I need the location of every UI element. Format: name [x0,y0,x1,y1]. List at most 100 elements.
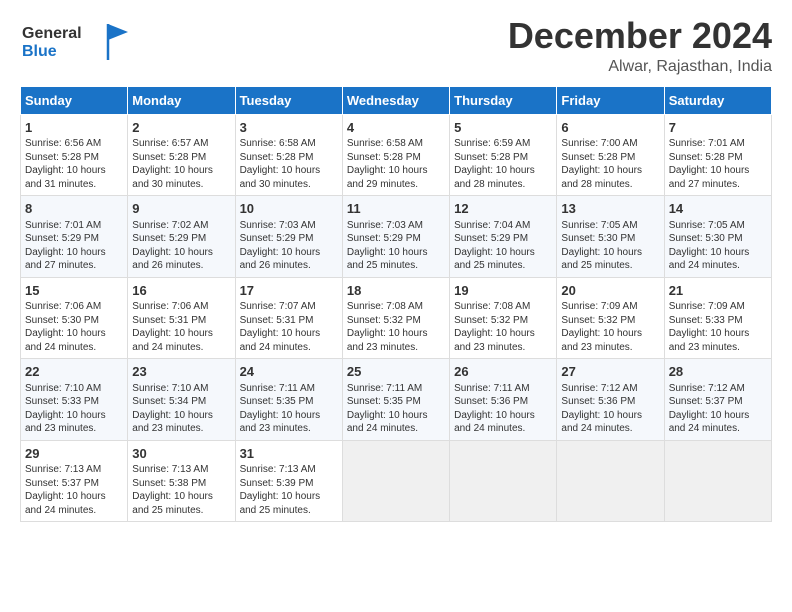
daylight-text: Daylight: 10 hours and 24 minutes. [240,327,338,354]
sunrise-text: Sunrise: 7:05 AM [669,219,767,233]
sunset-text: Sunset: 5:37 PM [669,395,767,409]
sunset-text: Sunset: 5:39 PM [240,477,338,491]
table-row: 9Sunrise: 7:02 AMSunset: 5:29 PMDaylight… [128,196,235,278]
day-number: 8 [25,200,123,218]
sunrise-text: Sunrise: 7:06 AM [25,300,123,314]
table-row: 8Sunrise: 7:01 AMSunset: 5:29 PMDaylight… [21,196,128,278]
table-row [557,440,664,522]
sunrise-text: Sunrise: 7:02 AM [132,219,230,233]
table-row: 26Sunrise: 7:11 AMSunset: 5:36 PMDayligh… [450,359,557,441]
day-number: 26 [454,363,552,381]
col-thursday: Thursday [450,86,557,114]
daylight-text: Daylight: 10 hours and 25 minutes. [132,490,230,517]
sunrise-text: Sunrise: 7:04 AM [454,219,552,233]
sunrise-text: Sunrise: 6:57 AM [132,137,230,151]
day-number: 25 [347,363,445,381]
table-row: 10Sunrise: 7:03 AMSunset: 5:29 PMDayligh… [235,196,342,278]
svg-text:General: General [22,25,82,42]
daylight-text: Daylight: 10 hours and 24 minutes. [669,409,767,436]
sunset-text: Sunset: 5:28 PM [132,151,230,165]
logo: General Blue [20,16,130,71]
daylight-text: Daylight: 10 hours and 28 minutes. [561,164,659,191]
col-sunday: Sunday [21,86,128,114]
sunrise-text: Sunrise: 7:12 AM [669,382,767,396]
daylight-text: Daylight: 10 hours and 30 minutes. [132,164,230,191]
table-row: 4Sunrise: 6:58 AMSunset: 5:28 PMDaylight… [342,114,449,196]
sunrise-text: Sunrise: 6:58 AM [347,137,445,151]
table-row: 20Sunrise: 7:09 AMSunset: 5:32 PMDayligh… [557,277,664,359]
daylight-text: Daylight: 10 hours and 30 minutes. [240,164,338,191]
sunrise-text: Sunrise: 6:56 AM [25,137,123,151]
day-number: 21 [669,282,767,300]
daylight-text: Daylight: 10 hours and 23 minutes. [561,327,659,354]
day-number: 10 [240,200,338,218]
sunset-text: Sunset: 5:28 PM [454,151,552,165]
sunrise-text: Sunrise: 7:10 AM [25,382,123,396]
sunset-text: Sunset: 5:36 PM [561,395,659,409]
table-row: 7Sunrise: 7:01 AMSunset: 5:28 PMDaylight… [664,114,771,196]
table-row: 21Sunrise: 7:09 AMSunset: 5:33 PMDayligh… [664,277,771,359]
day-number: 17 [240,282,338,300]
col-saturday: Saturday [664,86,771,114]
day-number: 15 [25,282,123,300]
table-row [450,440,557,522]
title-block: December 2024 Alwar, Rajasthan, India [508,16,772,76]
sunset-text: Sunset: 5:30 PM [25,314,123,328]
sunset-text: Sunset: 5:32 PM [561,314,659,328]
col-monday: Monday [128,86,235,114]
page-container: General Blue December 2024 Alwar, Rajast… [0,0,792,532]
sunrise-text: Sunrise: 7:03 AM [347,219,445,233]
sunset-text: Sunset: 5:28 PM [561,151,659,165]
daylight-text: Daylight: 10 hours and 24 minutes. [25,327,123,354]
calendar-week-3: 15Sunrise: 7:06 AMSunset: 5:30 PMDayligh… [21,277,772,359]
table-row [664,440,771,522]
sunset-text: Sunset: 5:28 PM [240,151,338,165]
daylight-text: Daylight: 10 hours and 23 minutes. [669,327,767,354]
sunrise-text: Sunrise: 7:08 AM [454,300,552,314]
sunset-text: Sunset: 5:37 PM [25,477,123,491]
day-number: 27 [561,363,659,381]
table-row: 28Sunrise: 7:12 AMSunset: 5:37 PMDayligh… [664,359,771,441]
sunrise-text: Sunrise: 7:09 AM [669,300,767,314]
daylight-text: Daylight: 10 hours and 28 minutes. [454,164,552,191]
table-row: 23Sunrise: 7:10 AMSunset: 5:34 PMDayligh… [128,359,235,441]
sunrise-text: Sunrise: 7:06 AM [132,300,230,314]
table-row: 19Sunrise: 7:08 AMSunset: 5:32 PMDayligh… [450,277,557,359]
day-number: 22 [25,363,123,381]
calendar-body: 1Sunrise: 6:56 AMSunset: 5:28 PMDaylight… [21,114,772,522]
daylight-text: Daylight: 10 hours and 31 minutes. [25,164,123,191]
day-number: 11 [347,200,445,218]
table-row: 31Sunrise: 7:13 AMSunset: 5:39 PMDayligh… [235,440,342,522]
day-number: 19 [454,282,552,300]
svg-text:Blue: Blue [22,43,57,60]
calendar-table: Sunday Monday Tuesday Wednesday Thursday… [20,86,772,523]
sunset-text: Sunset: 5:29 PM [132,232,230,246]
sunset-text: Sunset: 5:35 PM [347,395,445,409]
daylight-text: Daylight: 10 hours and 26 minutes. [132,246,230,273]
sunset-text: Sunset: 5:31 PM [240,314,338,328]
sunrise-text: Sunrise: 7:12 AM [561,382,659,396]
sunset-text: Sunset: 5:34 PM [132,395,230,409]
sunset-text: Sunset: 5:29 PM [454,232,552,246]
sunset-text: Sunset: 5:28 PM [669,151,767,165]
table-row: 2Sunrise: 6:57 AMSunset: 5:28 PMDaylight… [128,114,235,196]
sunrise-text: Sunrise: 7:03 AM [240,219,338,233]
sunrise-text: Sunrise: 7:10 AM [132,382,230,396]
table-row: 30Sunrise: 7:13 AMSunset: 5:38 PMDayligh… [128,440,235,522]
sunset-text: Sunset: 5:29 PM [240,232,338,246]
day-number: 12 [454,200,552,218]
day-number: 13 [561,200,659,218]
location-title: Alwar, Rajasthan, India [508,58,772,76]
day-number: 18 [347,282,445,300]
sunrise-text: Sunrise: 7:01 AM [669,137,767,151]
day-number: 3 [240,119,338,137]
table-row: 3Sunrise: 6:58 AMSunset: 5:28 PMDaylight… [235,114,342,196]
daylight-text: Daylight: 10 hours and 23 minutes. [347,327,445,354]
daylight-text: Daylight: 10 hours and 24 minutes. [669,246,767,273]
calendar-week-1: 1Sunrise: 6:56 AMSunset: 5:28 PMDaylight… [21,114,772,196]
table-row: 17Sunrise: 7:07 AMSunset: 5:31 PMDayligh… [235,277,342,359]
col-tuesday: Tuesday [235,86,342,114]
day-number: 28 [669,363,767,381]
sunrise-text: Sunrise: 7:08 AM [347,300,445,314]
day-number: 4 [347,119,445,137]
